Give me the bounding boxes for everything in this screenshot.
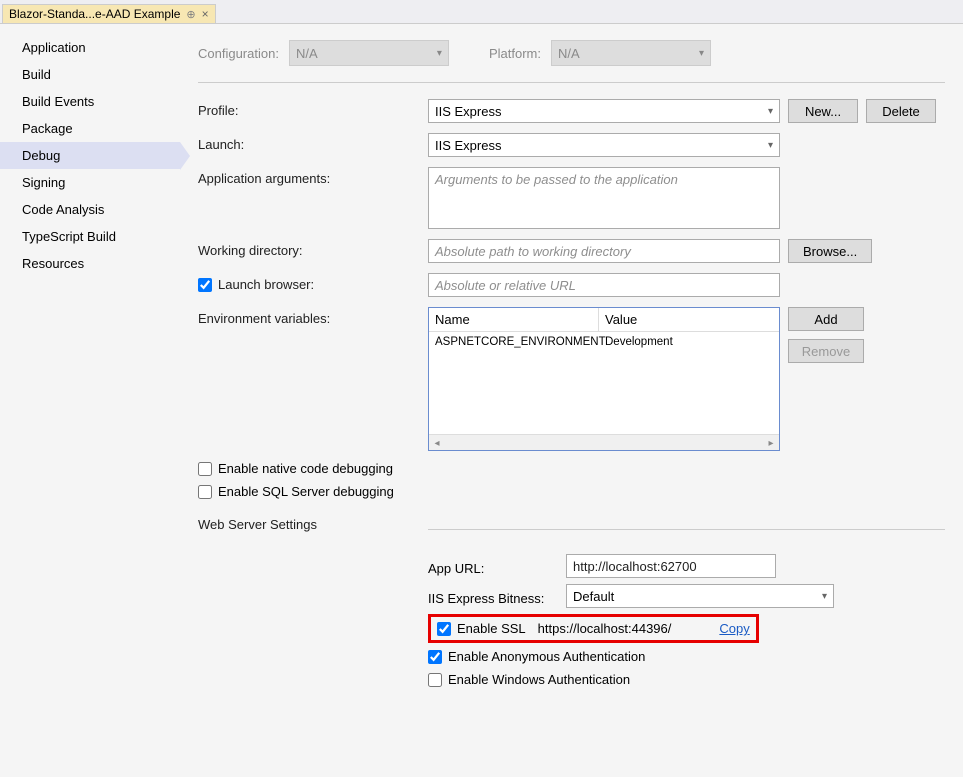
enable-ssl-label: Enable SSL <box>457 621 526 636</box>
app-args-label: Application arguments: <box>198 167 428 186</box>
workdir-label: Working directory: <box>198 239 428 258</box>
web-section-title: Web Server Settings <box>198 513 428 532</box>
document-tab[interactable]: Blazor-Standa...e-AAD Example ⊕ × <box>2 4 216 23</box>
chevron-down-icon: ▾ <box>437 48 442 59</box>
chevron-down-icon: ▾ <box>699 48 704 59</box>
native-debug-checkbox[interactable] <box>198 462 212 476</box>
env-header-name: Name <box>429 308 599 331</box>
platform-select: N/A ▾ <box>551 40 711 66</box>
sidebar: Application Build Build Events Package D… <box>0 24 180 777</box>
env-table[interactable]: Name Value ASPNETCORE_ENVIRONMENT Develo… <box>428 307 780 451</box>
app-url-label: App URL: <box>428 557 558 576</box>
chevron-down-icon: ▾ <box>822 591 827 602</box>
bitness-select[interactable]: Default ▾ <box>566 584 834 608</box>
app-args-input[interactable]: Arguments to be passed to the applicatio… <box>428 167 780 229</box>
configuration-select: N/A ▾ <box>289 40 449 66</box>
new-button[interactable]: New... <box>788 99 858 123</box>
win-auth-checkbox[interactable] <box>428 673 442 687</box>
profile-select[interactable]: IIS Express ▾ <box>428 99 780 123</box>
chevron-down-icon: ▾ <box>768 106 773 117</box>
ssl-url: https://localhost:44396/ <box>538 621 672 636</box>
launch-browser-input[interactable]: Absolute or relative URL <box>428 273 780 297</box>
arrow-right-icon[interactable]: ▸ <box>763 435 779 451</box>
launch-label: Launch: <box>198 133 428 152</box>
native-debug-row[interactable]: Enable native code debugging <box>198 461 945 476</box>
app-url-input[interactable]: http://localhost:62700 <box>566 554 776 578</box>
workdir-input[interactable]: Absolute path to working directory <box>428 239 780 263</box>
add-button[interactable]: Add <box>788 307 864 331</box>
delete-button[interactable]: Delete <box>866 99 936 123</box>
sql-debug-checkbox[interactable] <box>198 485 212 499</box>
win-auth-row[interactable]: Enable Windows Authentication <box>428 672 945 687</box>
launch-browser-checkbox[interactable] <box>198 278 212 292</box>
chevron-down-icon: ▾ <box>768 140 773 151</box>
sidebar-item-build[interactable]: Build <box>0 61 180 88</box>
tab-title: Blazor-Standa...e-AAD Example <box>9 7 180 21</box>
copy-link[interactable]: Copy <box>719 621 749 636</box>
enable-ssl-checkbox[interactable] <box>437 622 451 636</box>
sql-debug-row[interactable]: Enable SQL Server debugging <box>198 484 945 499</box>
env-label: Environment variables: <box>198 307 428 326</box>
sidebar-item-typescript-build[interactable]: TypeScript Build <box>0 223 180 250</box>
anon-auth-checkbox[interactable] <box>428 650 442 664</box>
profile-label: Profile: <box>198 99 428 118</box>
sidebar-item-build-events[interactable]: Build Events <box>0 88 180 115</box>
env-header-value: Value <box>599 308 643 331</box>
remove-button: Remove <box>788 339 864 363</box>
scrollbar[interactable]: ◂ ▸ <box>429 434 779 450</box>
sidebar-item-signing[interactable]: Signing <box>0 169 180 196</box>
launch-browser-label: Launch browser: <box>218 277 314 292</box>
sidebar-item-code-analysis[interactable]: Code Analysis <box>0 196 180 223</box>
sidebar-item-resources[interactable]: Resources <box>0 250 180 277</box>
sidebar-item-package[interactable]: Package <box>0 115 180 142</box>
browse-button[interactable]: Browse... <box>788 239 872 263</box>
anon-auth-row[interactable]: Enable Anonymous Authentication <box>428 649 945 664</box>
platform-label: Platform: <box>489 46 541 61</box>
arrow-left-icon[interactable]: ◂ <box>429 435 445 451</box>
configuration-label: Configuration: <box>198 46 279 61</box>
pin-icon[interactable]: ⊕ <box>186 8 195 21</box>
bitness-label: IIS Express Bitness: <box>428 587 558 606</box>
sidebar-item-debug[interactable]: Debug <box>0 142 180 169</box>
launch-select[interactable]: IIS Express ▾ <box>428 133 780 157</box>
close-icon[interactable]: × <box>202 7 209 21</box>
table-row[interactable]: ASPNETCORE_ENVIRONMENT Development <box>429 332 779 352</box>
enable-ssl-highlight: Enable SSL https://localhost:44396/ Copy <box>428 614 759 643</box>
sidebar-item-application[interactable]: Application <box>0 34 180 61</box>
